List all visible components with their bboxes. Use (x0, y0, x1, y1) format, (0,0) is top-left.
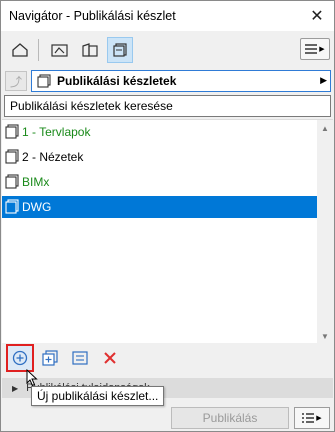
layout-book-icon (82, 43, 98, 57)
publisher-set-selector[interactable]: Publikálási készletek ▶ (31, 70, 331, 92)
tree-item-label: 2 - Nézetek (22, 150, 84, 164)
project-map-button[interactable] (7, 37, 33, 63)
tree-item-selected[interactable]: DWG (2, 196, 318, 218)
navigator-window: Navigátor - Publikálási készlet ✕ ▶ ⤴ Pu… (0, 0, 335, 432)
house-icon (12, 43, 28, 57)
publisher-set-icon (5, 174, 19, 189)
title-bar: Navigátor - Publikálási készlet ✕ (1, 1, 334, 31)
list-options-icon (302, 413, 315, 423)
publisher-set-icon (37, 74, 51, 88)
vertical-scrollbar[interactable]: ▲ ▼ (317, 120, 333, 344)
window-title: Navigátor - Publikálási készlet (9, 9, 176, 23)
layout-book-button[interactable] (77, 37, 103, 63)
scroll-down-icon[interactable]: ▼ (317, 328, 333, 344)
search-input[interactable]: Publikálási készletek keresése (4, 95, 331, 117)
options-menu-button[interactable]: ▶ (294, 407, 330, 429)
tree-item-label: BIMx (22, 175, 50, 189)
publisher-icon (113, 43, 127, 57)
publisher-set-icon (5, 199, 19, 214)
hamburger-icon (305, 44, 318, 54)
scroll-up-icon[interactable]: ▲ (317, 120, 333, 136)
add-item-icon (42, 350, 58, 366)
chevron-right-icon: ▶ (316, 415, 322, 422)
publisher-set-icon (5, 149, 19, 164)
chevron-right-icon: ▶ (319, 46, 325, 53)
publisher-sets-button[interactable] (107, 37, 133, 63)
settings-list-icon (72, 351, 88, 365)
delete-icon (104, 352, 116, 364)
view-map-button[interactable] (47, 37, 73, 63)
chevron-right-icon: ▶ (320, 75, 327, 85)
delete-button[interactable] (98, 346, 122, 370)
mouse-cursor-icon (26, 369, 38, 387)
up-level-button[interactable]: ⤴ (5, 71, 27, 91)
tree-item-label: DWG (22, 200, 52, 214)
new-publisher-set-button[interactable] (6, 344, 34, 372)
tree-item[interactable]: BIMx (2, 171, 318, 193)
close-icon[interactable]: ✕ (300, 1, 334, 31)
menu-button[interactable]: ▶ (300, 38, 330, 60)
toolbar-separator (38, 39, 39, 61)
arrow-up-icon: ⤴ (9, 74, 22, 89)
search-placeholder: Publikálási készletek keresése (10, 99, 173, 113)
publisher-set-icon (5, 124, 19, 139)
tree-item-label: 1 - Tervlapok (22, 125, 91, 139)
chevron-right-icon: ▶ (12, 383, 19, 393)
publisher-sets-tree: 1 - Tervlapok 2 - Nézetek BIMx DWG ▲ ▼ (2, 119, 333, 344)
tree-item[interactable]: 2 - Nézetek (2, 146, 318, 168)
tooltip: Új publikálási készlet... (31, 386, 165, 406)
publish-button[interactable]: Publikálás (171, 407, 289, 429)
plus-circle-icon (12, 350, 28, 366)
tree-item[interactable]: 1 - Tervlapok (2, 121, 318, 143)
selected-set-label: Publikálási készletek (57, 74, 177, 88)
settings-button[interactable] (68, 346, 92, 370)
new-item-button[interactable] (38, 346, 62, 370)
view-map-icon (51, 44, 68, 57)
